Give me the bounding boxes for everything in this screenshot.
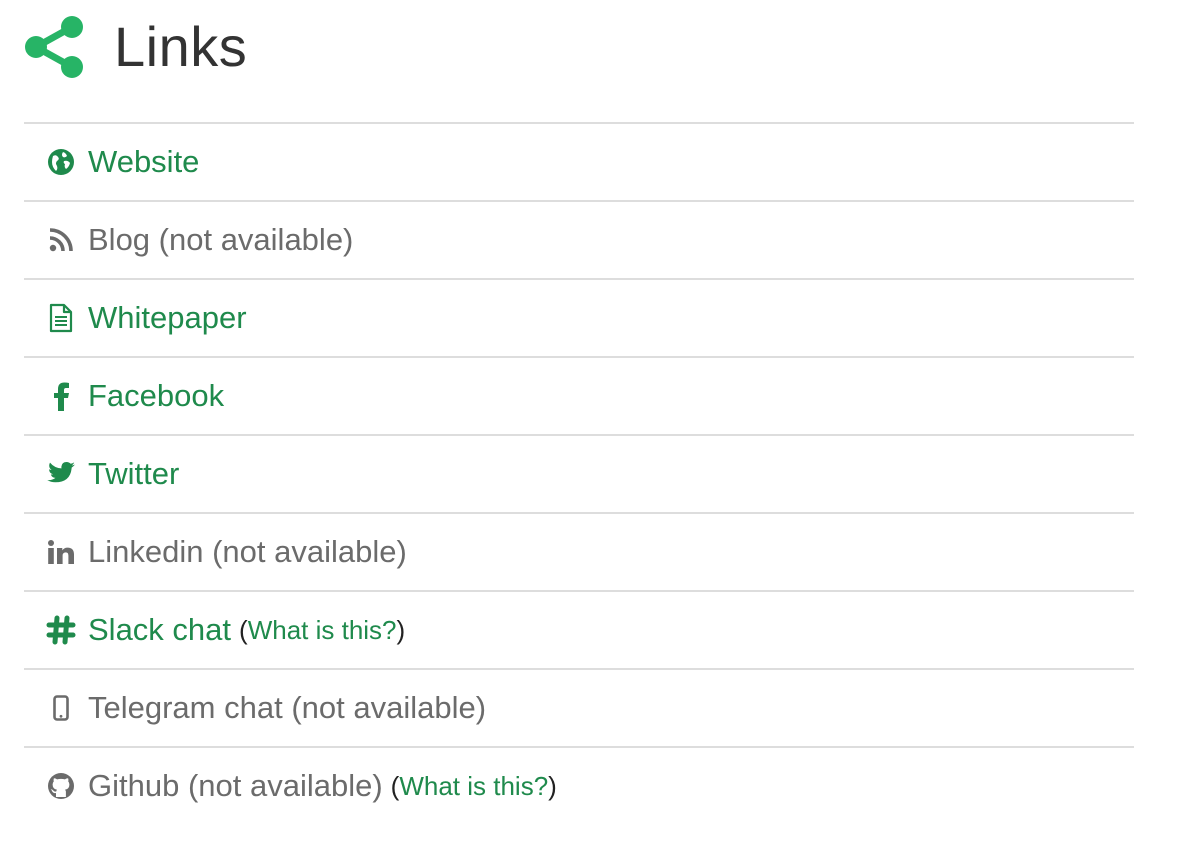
link-row-slack[interactable]: Slack chat (What is this?) [24,592,1134,670]
rss-icon [46,225,76,255]
slack-help-note: (What is this?) [239,610,405,650]
facebook-icon [46,381,76,411]
links-list: Website Blog (not available) Whitepaper … [24,122,1134,824]
github-label: Github (not available) [88,768,383,803]
slack-what-is-this-link[interactable]: What is this? [248,615,397,645]
twitter-link[interactable]: Twitter [88,454,179,494]
link-row-website[interactable]: Website [24,124,1134,202]
hashtag-icon [46,615,76,645]
link-row-blog: Blog (not available) [24,202,1134,280]
github-icon [46,771,76,801]
link-row-linkedin: Linkedin (not available) [24,514,1134,592]
blog-label: Blog (not available) [88,222,354,257]
help-close-paren: ) [396,615,406,645]
facebook-link[interactable]: Facebook [88,376,224,416]
links-page: Links Website Blog (not available) White… [0,0,1182,862]
help-open-paren: ( [239,615,248,645]
link-row-telegram: Telegram chat (not available) [24,670,1134,748]
link-row-github: Github (not available) (What is this?) [24,748,1134,824]
website-link[interactable]: Website [88,142,199,182]
github-help-note: (What is this?) [391,766,557,806]
linkedin-icon [46,537,76,567]
link-row-whitepaper[interactable]: Whitepaper [24,280,1134,358]
globe-icon [46,147,76,177]
slack-chat-link[interactable]: Slack chat [88,610,231,650]
link-row-facebook[interactable]: Facebook [24,358,1134,436]
page-title: Links [114,15,248,78]
linkedin-label: Linkedin (not available) [88,534,407,569]
links-header: Links [22,14,247,80]
link-row-twitter[interactable]: Twitter [24,436,1134,514]
github-what-is-this-link[interactable]: What is this? [399,771,548,801]
whitepaper-link[interactable]: Whitepaper [88,298,247,338]
mobile-icon [46,693,76,723]
help-close-paren: ) [548,771,557,801]
twitter-icon [46,459,76,489]
share-icon [22,15,86,79]
document-icon [46,303,76,333]
telegram-chat-label: Telegram chat (not available) [88,690,487,725]
